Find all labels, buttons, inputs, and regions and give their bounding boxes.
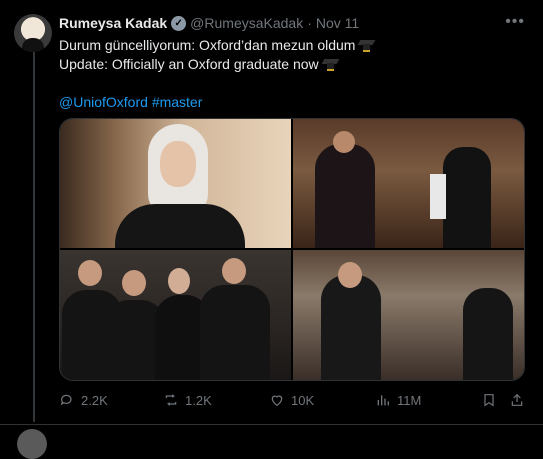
share-button[interactable] [509,392,525,408]
more-icon[interactable]: ••• [505,13,525,31]
repost-count: 1.2K [185,392,212,408]
graduation-cap-icon [359,39,374,52]
timestamp[interactable]: Nov 11 [316,15,359,31]
graduation-cap-icon [323,58,338,71]
share-icon [511,393,523,406]
bookmark-icon [484,394,494,407]
photo-1[interactable] [60,119,291,248]
display-name[interactable]: Rumeysa Kadak [59,15,167,31]
thread-line [33,52,35,422]
views-count: 11M [397,392,422,408]
repost-button[interactable]: 1.2K [163,392,212,408]
repost-icon [165,394,177,406]
reply-button[interactable]: 2.2K [59,392,108,408]
bookmark-button[interactable] [481,392,497,408]
handle[interactable]: @RumeysaKadak [190,15,303,31]
hashtag-link[interactable]: #master [152,94,203,110]
like-icon [271,395,283,407]
reply-count: 2.2K [81,392,108,408]
text-line-1: Durum güncelliyorum: Oxford’dan mezun ol… [59,37,356,53]
views-icon [377,395,389,406]
separator: · [307,15,312,31]
photo-4[interactable] [293,250,524,380]
mention-link[interactable]: @UniofOxford [59,94,148,110]
verified-badge-icon: ✓ [171,15,187,31]
photo-2[interactable] [293,119,524,248]
like-count: 10K [291,392,315,408]
media-grid [59,118,525,381]
tweet-text: Durum güncelliyorum: Oxford’dan mezun ol… [59,36,519,112]
tweet-header: Rumeysa Kadak ✓ @RumeysaKadak · Nov 11 [59,15,359,31]
divider [0,424,543,425]
like-button[interactable]: 10K [269,392,314,408]
avatar[interactable] [14,14,52,52]
photo-3[interactable] [60,250,291,380]
views-button[interactable]: 11M [375,392,421,408]
text-line-2: Update: Officially an Oxford graduate no… [59,56,319,72]
reply-icon [60,394,72,406]
tweet-actions: 2.2K 1.2K 10K 11M [59,392,529,410]
